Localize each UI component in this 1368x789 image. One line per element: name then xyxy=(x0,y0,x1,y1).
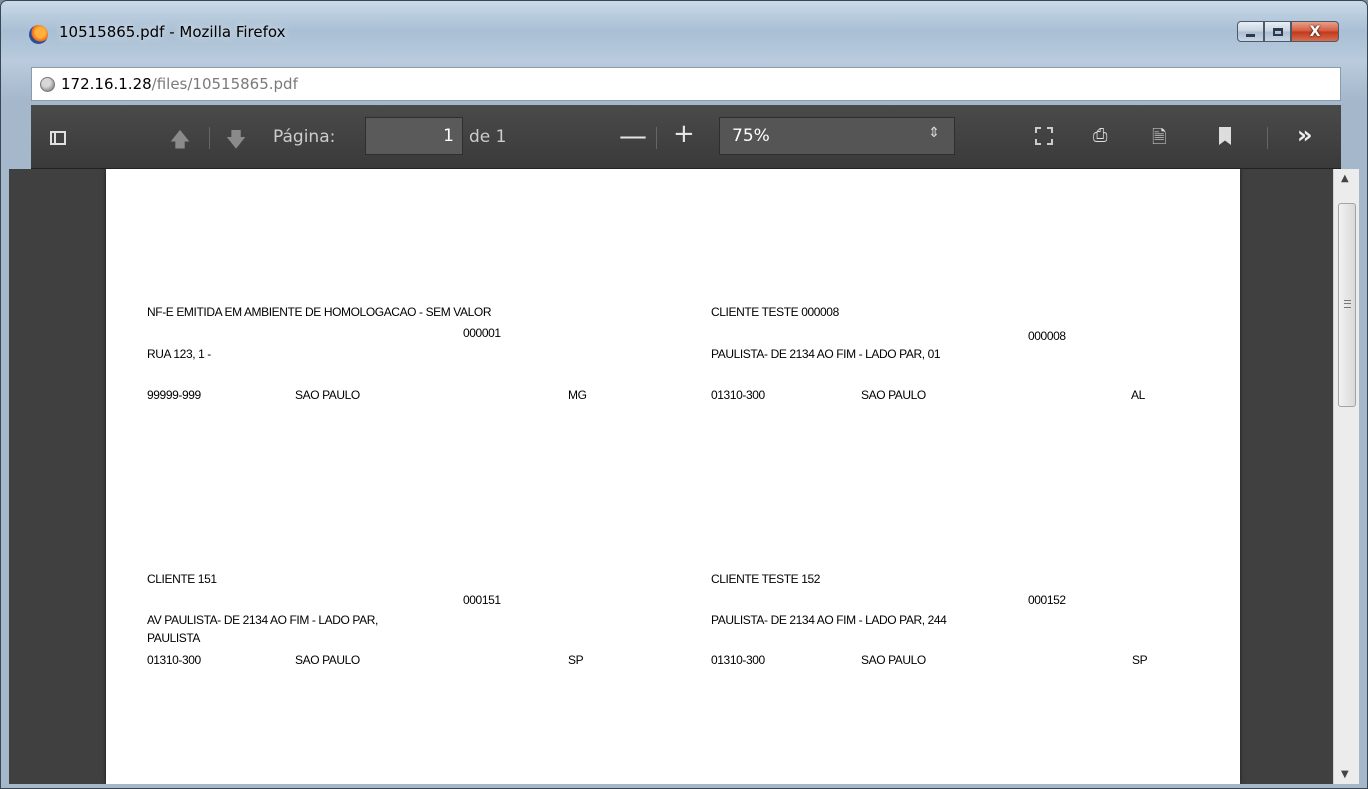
label-line2: RUA 123, 1 - xyxy=(147,347,211,361)
globe-icon xyxy=(40,76,55,92)
double-chevron-right-icon[interactable]: » xyxy=(1297,121,1313,149)
label-code: 000151 xyxy=(463,593,501,607)
label-city: SAO PAULO xyxy=(861,388,926,402)
label-cep: 01310-300 xyxy=(147,653,201,667)
scroll-thumb[interactable] xyxy=(1338,203,1356,407)
page-label: Página: xyxy=(273,127,336,147)
bookmark-icon[interactable] xyxy=(1219,127,1231,145)
pdf-toolbar: 🡅 🡇 Página: 1 de 1 — + 75% ⇕ ⎙ 🗎 » xyxy=(31,105,1341,169)
minimize-icon xyxy=(1246,34,1255,37)
address-bar[interactable]: 172.16.1.28/files/10515865.pdf xyxy=(31,67,1341,101)
label-line3: PAULISTA xyxy=(147,631,201,645)
window-title: 10515865.pdf - Mozilla Firefox xyxy=(59,23,286,41)
maximize-button[interactable] xyxy=(1264,21,1291,42)
label-code: 000001 xyxy=(463,326,501,340)
select-arrows-icon: ⇕ xyxy=(928,125,940,141)
arrow-up-icon[interactable]: 🡅 xyxy=(169,125,191,151)
label-line2: AV PAULISTA- DE 2134 AO FIM - LADO PAR, xyxy=(147,613,378,627)
toolbar-separator xyxy=(1267,127,1268,149)
label-code: 000152 xyxy=(1028,593,1066,607)
maximize-icon xyxy=(1272,27,1283,36)
label-uf: MG xyxy=(568,388,587,402)
label-uf: SP xyxy=(1132,653,1148,667)
label-cep: 01310-300 xyxy=(711,388,765,402)
label-city: SAO PAULO xyxy=(861,653,926,667)
url-path: /files/10515865.pdf xyxy=(151,75,298,93)
zoom-in-button[interactable]: + xyxy=(673,119,695,149)
title-bar[interactable]: 10515865.pdf - Mozilla Firefox X xyxy=(1,1,1367,59)
scroll-up-icon[interactable]: ▲ xyxy=(1341,173,1349,184)
label-line1: CLIENTE 151 xyxy=(147,572,217,586)
zoom-value: 75% xyxy=(732,126,770,146)
pdf-viewer[interactable]: NF-E EMITIDA EM AMBIENTE DE HOMOLOGACAO … xyxy=(9,169,1359,784)
print-icon[interactable]: ⎙ xyxy=(1093,125,1115,146)
label-code: 000008 xyxy=(1028,329,1066,343)
download-icon[interactable]: 🗎 xyxy=(1152,125,1168,148)
label-cep: 99999-999 xyxy=(147,388,201,402)
grip-icon xyxy=(1344,300,1351,308)
url-host: 172.16.1.28 xyxy=(61,75,152,93)
label-city: SAO PAULO xyxy=(295,653,360,667)
arrow-down-icon[interactable]: 🡇 xyxy=(225,125,247,151)
close-icon: X xyxy=(1309,23,1321,40)
scroll-down-icon[interactable]: ▼ xyxy=(1341,769,1349,780)
label-line2: PAULISTA- DE 2134 AO FIM - LADO PAR, 01 xyxy=(711,347,941,361)
zoom-out-button[interactable]: — xyxy=(619,119,647,152)
fullscreen-icon[interactable] xyxy=(1035,127,1053,145)
firefox-icon xyxy=(29,25,48,44)
page-number-input[interactable]: 1 xyxy=(365,117,463,155)
toolbar-separator xyxy=(656,127,657,149)
pdf-page: NF-E EMITIDA EM AMBIENTE DE HOMOLOGACAO … xyxy=(106,169,1240,784)
label-cep: 01310-300 xyxy=(711,653,765,667)
sidebar-toggle-icon[interactable] xyxy=(50,131,66,145)
vertical-scrollbar[interactable]: ▲ ▼ xyxy=(1333,169,1359,784)
label-line1: CLIENTE TESTE 152 xyxy=(711,572,821,586)
zoom-select[interactable]: 75% ⇕ xyxy=(719,117,955,155)
label-uf: SP xyxy=(568,653,584,667)
minimize-button[interactable] xyxy=(1237,21,1264,42)
page-count: de 1 xyxy=(469,127,507,147)
label-line1: NF-E EMITIDA EM AMBIENTE DE HOMOLOGACAO … xyxy=(147,305,492,319)
caption-buttons: X xyxy=(1237,21,1339,43)
label-line2: PAULISTA- DE 2134 AO FIM - LADO PAR, 244 xyxy=(711,613,947,627)
label-line1: CLIENTE TESTE 000008 xyxy=(711,305,839,319)
url-text: 172.16.1.28/files/10515865.pdf xyxy=(61,75,298,93)
browser-window: 10515865.pdf - Mozilla Firefox X 172.16.… xyxy=(0,0,1368,789)
toolbar-separator xyxy=(209,127,210,149)
label-city: SAO PAULO xyxy=(295,388,360,402)
label-uf: AL xyxy=(1131,388,1145,402)
close-button[interactable]: X xyxy=(1291,21,1339,42)
